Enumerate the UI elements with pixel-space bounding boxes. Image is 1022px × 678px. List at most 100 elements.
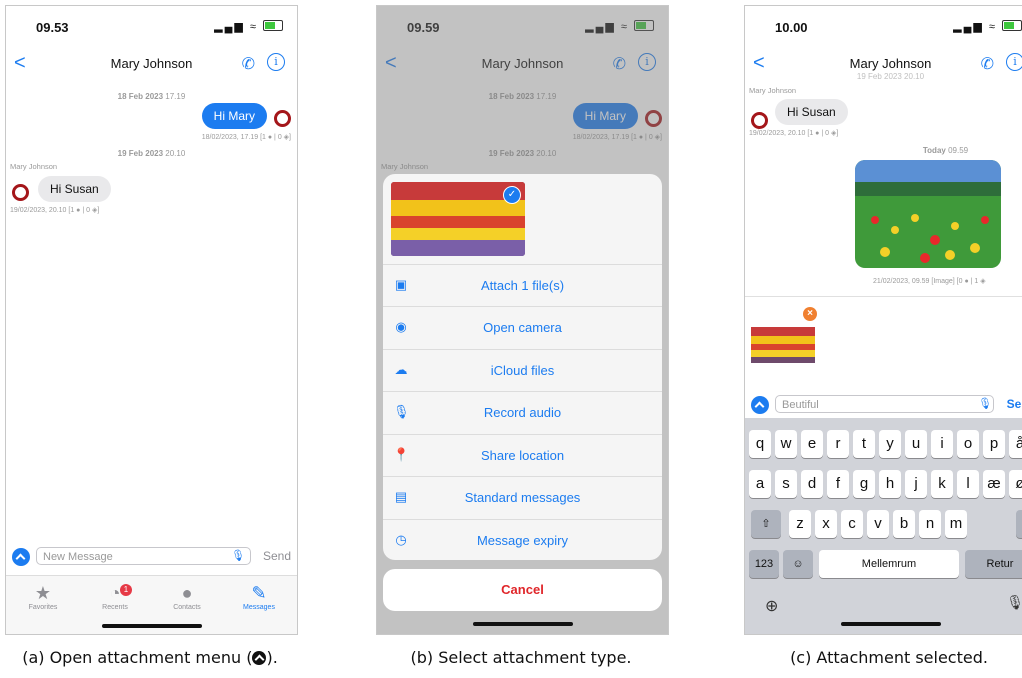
key-å[interactable]: å [1009, 430, 1022, 458]
tab-recents[interactable]: ◔ 1 Recents [80, 582, 150, 611]
tab-contacts[interactable]: ● Contacts [152, 582, 222, 611]
key-m[interactable]: m [945, 510, 967, 538]
option-icloud-files[interactable]: ☁ iCloud files [383, 349, 662, 392]
space-key[interactable]: Mellemrum [819, 550, 959, 578]
key-o[interactable]: o [957, 430, 979, 458]
clock-icon: ◔ [109, 583, 121, 603]
send-button[interactable]: Send [263, 549, 291, 563]
option-record-audio[interactable]: 🎙 Record audio [383, 391, 662, 434]
key-v[interactable]: v [867, 510, 889, 538]
send-button[interactable]: Send [1007, 397, 1022, 411]
return-key[interactable]: Retur [965, 550, 1022, 578]
message-meta: 19/02/2023, 20.10 [1 ● | 0 ◈] [749, 130, 839, 137]
outgoing-bubble[interactable]: Hi Mary [201, 103, 267, 129]
key-z[interactable]: z [789, 510, 811, 538]
sender-name: Mary Johnson [10, 162, 58, 171]
remove-attachment-icon[interactable]: × [803, 307, 817, 321]
key-q[interactable]: q [749, 430, 771, 458]
mic-icon[interactable]: 🎙 [231, 549, 245, 562]
key-e[interactable]: e [801, 430, 823, 458]
key-y[interactable]: y [879, 430, 901, 458]
key-a[interactable]: a [749, 470, 771, 498]
avatar-ring-icon [12, 184, 29, 201]
key-p[interactable]: p [983, 430, 1005, 458]
key-w[interactable]: w [775, 430, 797, 458]
avatar-ring-icon [751, 112, 768, 129]
key-s[interactable]: s [775, 470, 797, 498]
tab-favorites[interactable]: ★ Favorites [8, 582, 78, 611]
key-d[interactable]: d [801, 470, 823, 498]
date-separator: 19 Feb 2023 20.10 [856, 72, 925, 81]
home-indicator [472, 622, 573, 626]
home-indicator [101, 624, 202, 628]
key-t[interactable]: t [853, 430, 875, 458]
date-separator: Today 09.59 [922, 146, 969, 155]
message-meta: 19/02/2023, 20.10 [1 ● | 0 ◈] [10, 207, 100, 214]
sender-name: Mary Johnson [749, 86, 797, 95]
option-message-expiry[interactable]: ◷ Message expiry [383, 519, 662, 560]
key-c[interactable]: c [841, 510, 863, 538]
numbers-key[interactable]: 123 [749, 550, 779, 578]
home-indicator [840, 622, 941, 626]
option-standard-messages[interactable]: ▤ Standard messages [383, 476, 662, 519]
recents-badge: 1 [120, 584, 132, 596]
key-l[interactable]: l [957, 470, 979, 498]
key-ø[interactable]: ø [1009, 470, 1022, 498]
caption-a: (a) Open attachment menu (). [22, 648, 278, 667]
key-x[interactable]: x [815, 510, 837, 538]
date-separator: 19 Feb 2023 20.10 [117, 149, 186, 158]
attachment-sheet: ✓ ▣ Attach 1 file(s) ◉ Open camera ☁ iCloud… [383, 174, 662, 560]
composer: New Message 🎙 Send [12, 546, 291, 568]
phone-icon[interactable]: ✆ [242, 54, 255, 74]
key-r[interactable]: r [827, 430, 849, 458]
screenshot-a: 09.53 ▂▄▆ ≈ < Mary Johnson ✆ i 18 Feb 20… [5, 5, 298, 635]
globe-icon[interactable]: ⊕ [765, 596, 778, 616]
key-f[interactable]: f [827, 470, 849, 498]
person-icon: ● [181, 583, 193, 603]
tab-messages[interactable]: ✎ Messages [224, 582, 294, 611]
attachment-thumbnail[interactable] [751, 327, 815, 363]
tulip-meadow-image [855, 160, 1001, 268]
date-separator: 18 Feb 2023 17.19 [117, 92, 186, 101]
key-g[interactable]: g [853, 470, 875, 498]
composer: Beutiful 🎙 Send [751, 394, 1022, 416]
key-æ[interactable]: æ [983, 470, 1005, 498]
message-input[interactable]: New Message [36, 547, 251, 565]
key-k[interactable]: k [931, 470, 953, 498]
status-time: 10.00 [775, 20, 808, 35]
incoming-bubble[interactable]: Hi Susan [38, 176, 111, 202]
mic-icon[interactable]: 🎙 [978, 397, 992, 410]
attachment-preview-area: × [745, 296, 1022, 389]
option-share-location[interactable]: 📍 Share location [383, 434, 662, 477]
battery-icon [1002, 20, 1022, 31]
info-icon[interactable]: i [1006, 53, 1022, 71]
dictation-mic-icon[interactable]: 🎙 [1006, 594, 1022, 611]
message-input[interactable]: Beutiful [775, 395, 994, 413]
sent-image[interactable] [855, 160, 1001, 268]
cancel-button[interactable]: Cancel [383, 569, 662, 611]
key-j[interactable]: j [905, 470, 927, 498]
emoji-key[interactable]: ☺ [783, 550, 813, 578]
battery-icon [263, 20, 283, 31]
phone-icon[interactable]: ✆ [981, 54, 994, 74]
info-icon[interactable]: i [267, 53, 285, 71]
key-h[interactable]: h [879, 470, 901, 498]
attachment-toggle-icon[interactable] [12, 548, 30, 566]
key-u[interactable]: u [905, 430, 927, 458]
attachment-toggle-icon[interactable] [751, 396, 769, 414]
option-open-camera[interactable]: ◉ Open camera [383, 306, 662, 349]
selected-check-icon[interactable]: ✓ [503, 186, 521, 204]
incoming-bubble[interactable]: Hi Susan [775, 99, 848, 125]
shift-key[interactable]: ⇧ [751, 510, 781, 538]
key-n[interactable]: n [919, 510, 941, 538]
caption-b: (b) Select attachment type. [410, 648, 632, 667]
screenshot-c: 10.00 ▂▄▆ ≈ < Mary Johnson ✆ i 19 Feb 20… [744, 5, 1022, 635]
option-attach-files[interactable]: ▣ Attach 1 file(s) [383, 264, 662, 307]
status-icons: ▂▄▆ ≈ [214, 20, 283, 33]
chat-header: < Mary Johnson ✆ i [6, 50, 297, 80]
key-b[interactable]: b [893, 510, 915, 538]
compose-icon: ✎ [251, 583, 267, 603]
key-i[interactable]: i [931, 430, 953, 458]
avatar-ring-icon [274, 110, 291, 127]
backspace-key[interactable]: ⌫ [1016, 510, 1022, 538]
